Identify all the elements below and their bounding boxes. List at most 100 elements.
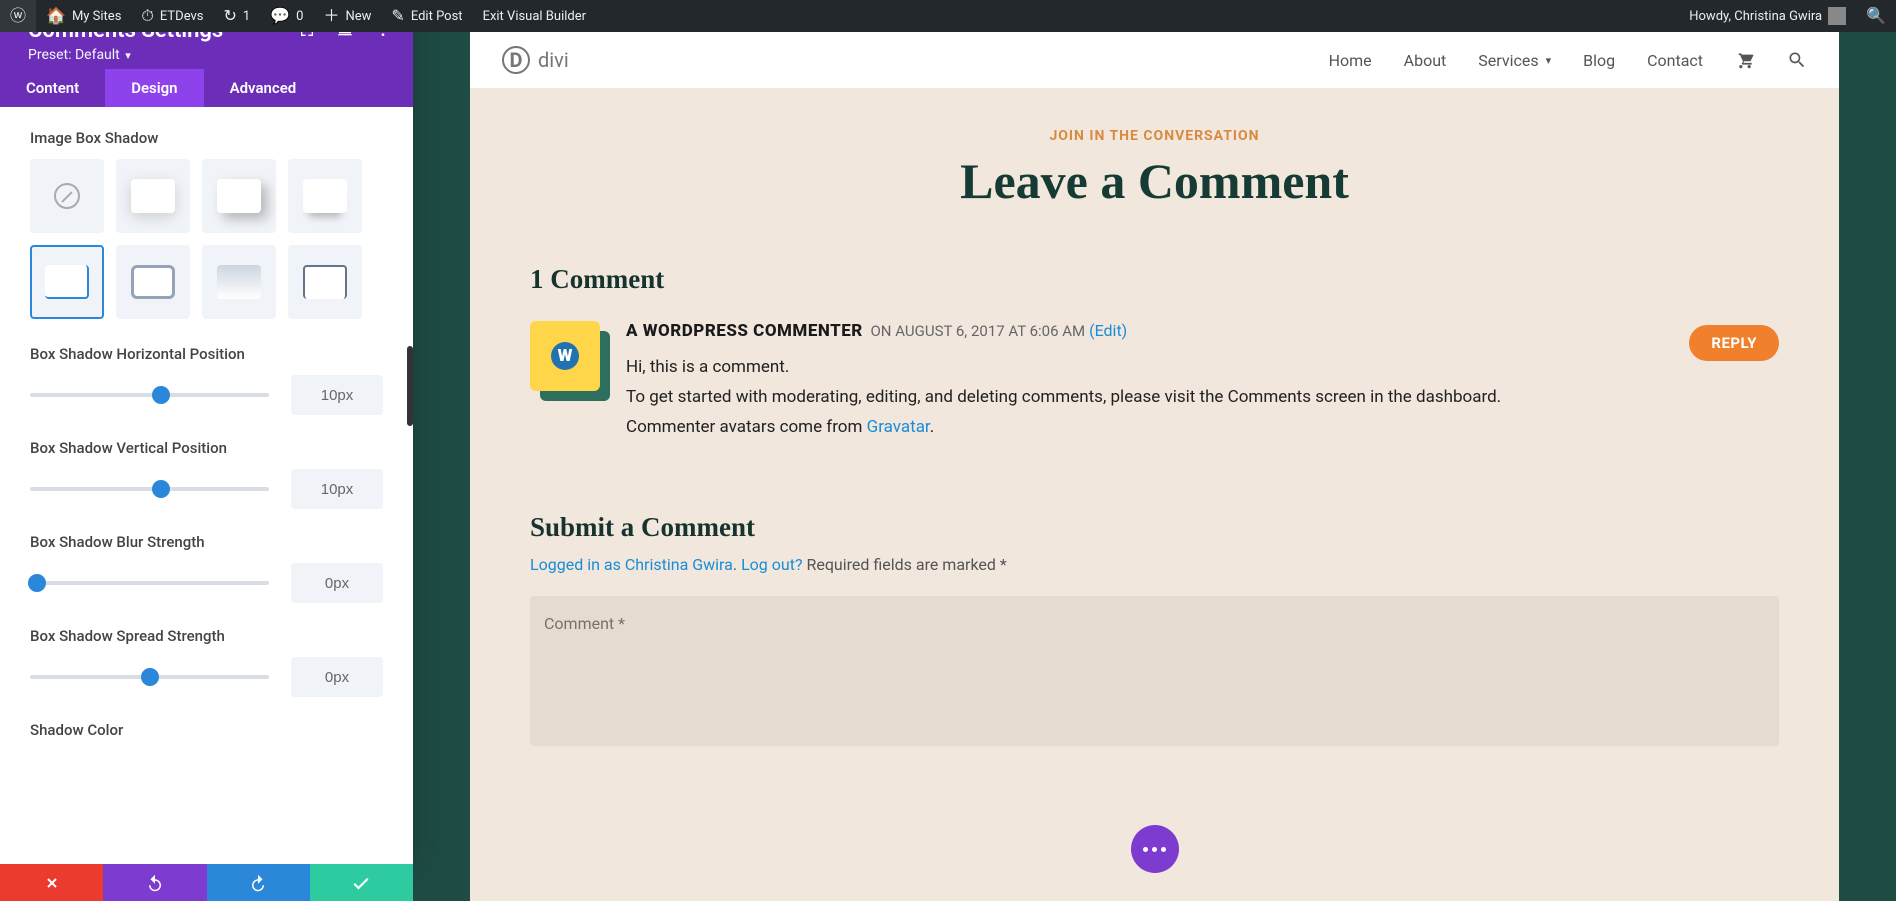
updates-item[interactable]: ↻1 xyxy=(214,0,261,32)
reply-button[interactable]: REPLY xyxy=(1689,325,1779,361)
sidebar-resize-handle[interactable] xyxy=(407,346,413,426)
edit-post-label: Edit Post xyxy=(411,9,463,24)
wordpress-icon: ⓦ xyxy=(10,8,26,24)
hpos-input[interactable] xyxy=(291,375,383,415)
comment-meta: A WORDPRESS COMMENTER ON AUGUST 6, 2017 … xyxy=(626,321,1779,341)
plus-icon: ＋ xyxy=(323,8,339,24)
shadow-preset-none[interactable] xyxy=(30,159,104,233)
undo-button[interactable] xyxy=(103,864,206,901)
search-item[interactable]: 🔍 xyxy=(1856,0,1896,32)
shadow-preset-2[interactable] xyxy=(202,159,276,233)
edit-comment-link[interactable]: (Edit) xyxy=(1089,321,1127,340)
comments-module: JOIN IN THE CONVERSATION Leave a Comment… xyxy=(470,88,1839,826)
logged-in-link[interactable]: Logged in as Christina Gwira xyxy=(530,555,733,574)
spread-slider[interactable] xyxy=(30,675,269,679)
edit-post-item[interactable]: ✎ Edit Post xyxy=(381,0,472,32)
site-header: D divi Home About Services▾ Blog Contact xyxy=(470,32,1839,88)
tab-design[interactable]: Design xyxy=(105,69,203,107)
wp-logo-item[interactable]: ⓦ xyxy=(0,0,36,32)
image-box-shadow-label: Image Box Shadow xyxy=(30,129,383,147)
logo-text: divi xyxy=(538,48,569,72)
kicker-text: JOIN IN THE CONVERSATION xyxy=(530,128,1779,144)
refresh-icon: ↻ xyxy=(224,8,237,24)
site-name-item[interactable]: ⏱ ETDevs xyxy=(131,0,213,32)
exit-visual-builder[interactable]: Exit Visual Builder xyxy=(473,0,596,32)
required-text: Required fields are marked * xyxy=(806,555,1006,574)
exit-label: Exit Visual Builder xyxy=(483,9,586,24)
nav-blog[interactable]: Blog xyxy=(1583,51,1615,70)
vpos-input[interactable] xyxy=(291,469,383,509)
submit-comment-heading: Submit a Comment xyxy=(530,512,1779,543)
my-sites-label: My Sites xyxy=(72,9,121,24)
tab-advanced[interactable]: Advanced xyxy=(204,69,323,107)
slider-blur: Box Shadow Blur Strength xyxy=(30,533,383,603)
save-button[interactable] xyxy=(310,864,413,901)
my-account-item[interactable]: Howdy, Christina Gwira xyxy=(1679,0,1856,32)
comments-heading: Leave a Comment xyxy=(530,152,1779,210)
nav-home[interactable]: Home xyxy=(1329,51,1372,70)
nav-services[interactable]: Services▾ xyxy=(1478,51,1551,70)
avatar-image: W xyxy=(530,321,600,391)
shadow-preset-5[interactable] xyxy=(116,245,190,319)
cancel-button[interactable] xyxy=(0,864,103,901)
settings-sidebar: Comments Settings Preset: Default ▾ Cont… xyxy=(0,0,413,864)
comments-item[interactable]: 💬0 xyxy=(260,0,313,32)
vpos-label: Box Shadow Vertical Position xyxy=(30,439,383,457)
tab-content[interactable]: Content xyxy=(0,69,105,107)
slider-spread: Box Shadow Spread Strength xyxy=(30,627,383,697)
blur-slider[interactable] xyxy=(30,581,269,585)
site-logo[interactable]: D divi xyxy=(502,46,569,74)
page-canvas: D divi Home About Services▾ Blog Contact… xyxy=(470,32,1839,901)
gauge-icon: ⏱ xyxy=(141,8,153,24)
redo-button[interactable] xyxy=(207,864,310,901)
sidebar-body: Image Box Shadow Box Shadow Horizontal P… xyxy=(0,107,413,864)
shadow-preset-4[interactable] xyxy=(30,245,104,319)
hpos-label: Box Shadow Horizontal Position xyxy=(30,345,383,363)
spread-input[interactable] xyxy=(291,657,383,697)
main-nav: Home About Services▾ Blog Contact xyxy=(1329,50,1807,70)
period: . xyxy=(930,417,934,437)
blur-input[interactable] xyxy=(291,563,383,603)
nav-contact[interactable]: Contact xyxy=(1647,51,1703,70)
shadow-preset-1[interactable] xyxy=(116,159,190,233)
comment-textarea[interactable]: Comment * xyxy=(530,596,1779,746)
comment-author: A WORDPRESS COMMENTER xyxy=(626,321,863,341)
builder-fab[interactable] xyxy=(1131,825,1179,873)
sites-icon: 🏠 xyxy=(46,8,66,24)
shadow-preset-6[interactable] xyxy=(202,245,276,319)
vpos-slider[interactable] xyxy=(30,487,269,491)
date-prefix: ON xyxy=(870,322,891,340)
comments-count-heading: 1 Comment xyxy=(530,264,1779,295)
hpos-slider[interactable] xyxy=(30,393,269,397)
spread-label: Box Shadow Spread Strength xyxy=(30,627,383,645)
site-name-label: ETDevs xyxy=(160,9,204,24)
shadow-preset-grid xyxy=(30,159,383,319)
sidebar-actionbar xyxy=(0,864,413,901)
shadow-preset-7[interactable] xyxy=(288,245,362,319)
comment-avatar: W xyxy=(530,321,600,391)
comment-line-3a: Commenter avatars come from xyxy=(626,417,867,437)
search-icon: 🔍 xyxy=(1866,8,1886,24)
comment-item: W A WORDPRESS COMMENTER ON AUGUST 6, 201… xyxy=(530,321,1779,442)
preset-dropdown[interactable]: Preset: Default ▾ xyxy=(28,47,385,63)
search-icon[interactable] xyxy=(1787,50,1807,70)
cart-icon[interactable] xyxy=(1735,50,1755,70)
new-content-item[interactable]: ＋ New xyxy=(313,0,381,32)
my-sites-item[interactable]: 🏠 My Sites xyxy=(36,0,131,32)
avatar-icon xyxy=(1828,7,1846,25)
pencil-icon: ✎ xyxy=(391,8,404,24)
shadow-preset-3[interactable] xyxy=(288,159,362,233)
shadow-color-label: Shadow Color xyxy=(30,721,383,739)
preset-label: Preset: Default xyxy=(28,47,120,63)
logout-link[interactable]: Log out? xyxy=(741,555,802,574)
new-label: New xyxy=(345,9,371,24)
comment-icon: 💬 xyxy=(270,8,290,24)
wp-admin-bar: ⓦ 🏠My Sites ⏱ETDevs ↻1 💬0 ＋New ✎Edit Pos… xyxy=(0,0,1896,32)
comment-line-2: To get started with moderating, editing,… xyxy=(626,383,1779,413)
chevron-down-icon: ▾ xyxy=(1546,54,1552,67)
gravatar-link[interactable]: Gravatar xyxy=(867,417,930,437)
slider-vpos: Box Shadow Vertical Position xyxy=(30,439,383,509)
updates-count: 1 xyxy=(243,9,250,24)
comment-line-1: Hi, this is a comment. xyxy=(626,353,1779,383)
nav-about[interactable]: About xyxy=(1404,51,1447,70)
